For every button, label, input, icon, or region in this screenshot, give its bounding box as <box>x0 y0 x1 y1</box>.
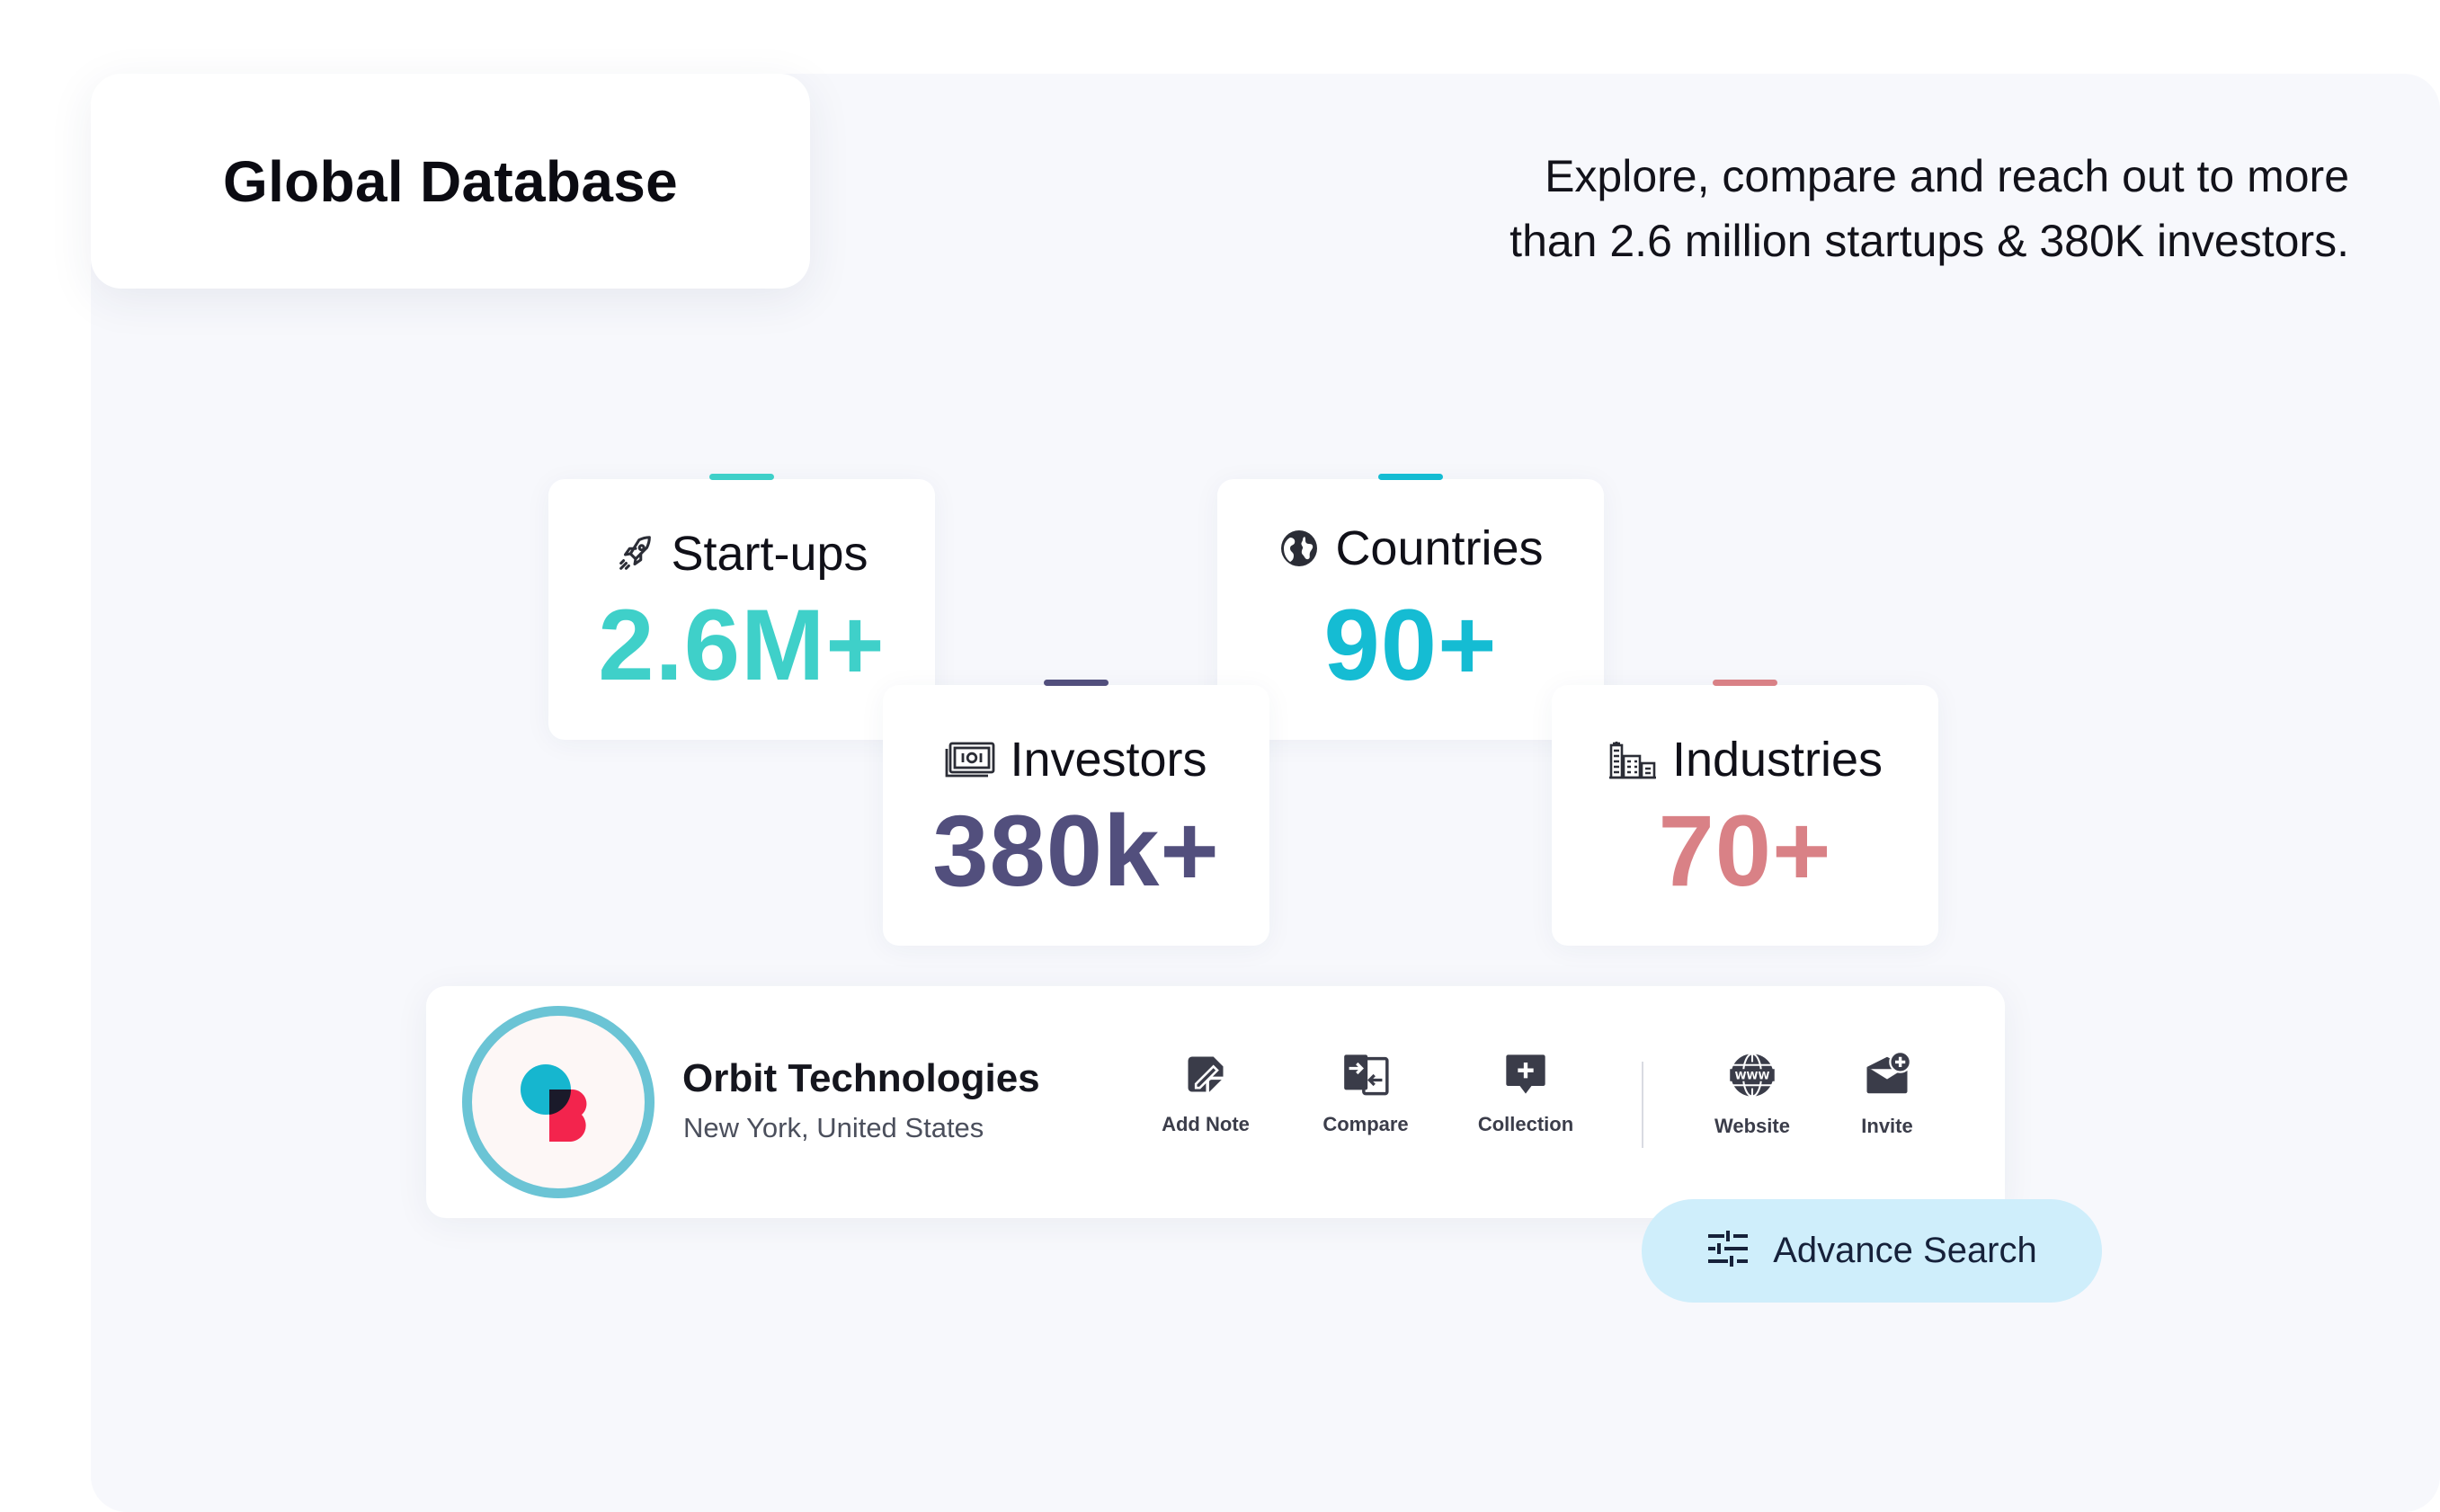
company-name[interactable]: Orbit Technologies <box>682 1056 1040 1101</box>
action-divider <box>1642 1062 1643 1148</box>
website-label: Website <box>1714 1115 1790 1137</box>
invite-mail-icon <box>1863 1051 1911 1104</box>
stat-value-startups: 2.6M+ <box>598 589 886 701</box>
stat-value-investors: 380k+ <box>932 795 1220 907</box>
card-accent-tick <box>1378 474 1443 480</box>
add-note-button[interactable]: Add Note <box>1129 1051 1282 1136</box>
money-bill-icon <box>945 740 995 779</box>
collection-button[interactable]: Collection <box>1449 1051 1602 1136</box>
compare-label: Compare <box>1322 1113 1409 1135</box>
tagline: Explore, compare and reach out to more t… <box>1360 144 2349 273</box>
compare-button[interactable]: Compare <box>1289 1051 1442 1136</box>
stat-label-investors: Investors <box>1010 733 1207 787</box>
stat-card-countries: Countries 90+ <box>1217 474 1604 740</box>
tagline-line-1: Explore, compare and reach out to more <box>1545 151 2349 201</box>
orbit-logo-icon <box>521 1064 587 1142</box>
add-collection-icon <box>1502 1051 1549 1102</box>
www-globe-icon: WWW <box>1728 1051 1777 1104</box>
advance-search-button[interactable]: Advance Search <box>1642 1199 2102 1303</box>
globe-icon <box>1278 527 1321 570</box>
page-title: Global Database <box>223 148 678 214</box>
svg-text:WWW: WWW <box>1735 1070 1770 1082</box>
company-location: New York, United States <box>683 1112 984 1143</box>
collection-label: Collection <box>1477 1113 1574 1135</box>
company-card[interactable]: Orbit Technologies New York, United Stat… <box>426 986 2005 1218</box>
advance-search-label: Advance Search <box>1773 1231 2037 1270</box>
invite-label: Invite <box>1861 1115 1913 1137</box>
note-icon <box>1182 1051 1229 1102</box>
stat-card-investors: Investors 380k+ <box>883 680 1269 946</box>
tagline-line-2: than 2.6 million startups & 380K investo… <box>1509 216 2349 266</box>
title-card: Global Database <box>91 74 810 289</box>
compare-icon <box>1342 1051 1389 1102</box>
stat-card-industries: Industries 70+ <box>1552 680 1938 946</box>
company-avatar[interactable] <box>462 1006 655 1198</box>
rocket-icon <box>615 533 656 574</box>
add-note-label: Add Note <box>1162 1113 1250 1135</box>
invite-button[interactable]: Invite <box>1811 1051 1964 1138</box>
card-accent-tick <box>709 474 774 480</box>
page: Global Database Explore, compare and rea… <box>0 0 2440 1512</box>
sliders-icon <box>1706 1229 1750 1273</box>
stat-label-countries: Countries <box>1335 521 1544 575</box>
card-accent-tick <box>1713 680 1777 686</box>
card-accent-tick <box>1044 680 1109 686</box>
stat-card-startups: Start-ups 2.6M+ <box>548 474 935 740</box>
website-button[interactable]: WWW Website <box>1676 1051 1829 1138</box>
stat-label-startups: Start-ups <box>671 527 868 581</box>
stat-label-industries: Industries <box>1671 733 1883 787</box>
buildings-icon <box>1607 740 1658 779</box>
stat-value-countries: 90+ <box>1323 589 1498 701</box>
stat-value-industries: 70+ <box>1658 795 1832 907</box>
